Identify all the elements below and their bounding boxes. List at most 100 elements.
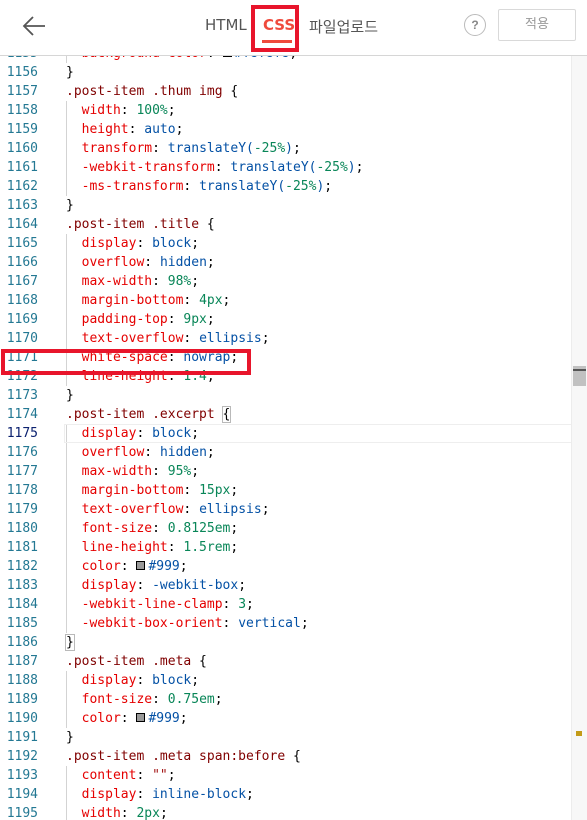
code-token: block <box>152 426 192 441</box>
tab-html[interactable]: HTML <box>205 16 247 34</box>
code-line-1167[interactable]: 1167 max-width: 98%; <box>0 272 571 291</box>
code-line-1183[interactable]: 1183 display: -webkit-box; <box>0 576 571 595</box>
vertical-scrollbar[interactable] <box>571 55 587 820</box>
code-token: translateY( <box>167 141 254 156</box>
code-line-1189[interactable]: 1189 font-size: 0.75em; <box>0 690 571 709</box>
code-line-1172[interactable]: 1172 line-height: 1.4; <box>0 367 571 386</box>
code-token: : <box>136 578 153 593</box>
code-line-1190[interactable]: 1190 color: #999; <box>0 709 571 728</box>
code-line-1176[interactable]: 1176 overflow: hidden; <box>0 443 571 462</box>
code-line-1158[interactable]: 1158 width: 100%; <box>0 101 571 120</box>
code-line-1159[interactable]: 1159 height: auto; <box>0 120 571 139</box>
code-line-1191[interactable]: 1191} <box>0 728 571 747</box>
code-line-1186[interactable]: 1186} <box>0 633 571 652</box>
code-line-1182[interactable]: 1182 color: #999; <box>0 557 571 576</box>
code-token: 15px <box>199 483 231 498</box>
line-number: 1192 <box>6 749 38 764</box>
code-line-1192[interactable]: 1192 .post-item .meta span:before { <box>0 747 571 766</box>
code-token: ; <box>230 521 239 536</box>
code-token: } <box>66 198 74 213</box>
code-line-1156[interactable]: 1156} <box>0 63 571 82</box>
line-number: 1163 <box>6 198 38 213</box>
code-line-1180[interactable]: 1180 font-size: 0.8125em; <box>0 519 571 538</box>
back-button[interactable] <box>18 10 52 42</box>
code-line-1177[interactable]: 1177 max-width: 95%; <box>0 462 571 481</box>
code-line-1187[interactable]: 1187 .post-item .meta { <box>0 652 571 671</box>
code-line-1195[interactable]: 1195 width: 2px; <box>0 804 571 820</box>
code-text: -ms-transform: translateY(-25%); <box>66 177 332 196</box>
line-number: 1166 <box>6 255 38 270</box>
code-line-1188[interactable]: 1188 display: block; <box>0 671 571 690</box>
code-line-1178[interactable]: 1178 margin-bottom: 15px; <box>0 481 571 500</box>
code-line-1179[interactable]: 1179 text-overflow: ellipsis; <box>0 500 571 519</box>
code-token: font-size <box>81 521 153 536</box>
code-line-1170[interactable]: 1170 text-overflow: ellipsis; <box>0 329 571 348</box>
code-line-1162[interactable]: 1162 -ms-transform: translateY(-25%); <box>0 177 571 196</box>
code-token: overflow <box>81 255 145 270</box>
code-token: -25% <box>316 160 348 175</box>
line-number: 1160 <box>6 141 38 156</box>
code-token: : <box>167 350 184 365</box>
code-line-1193[interactable]: 1193 content: ""; <box>0 766 571 785</box>
code-token: hidden <box>159 255 207 270</box>
line-number: 1159 <box>6 122 38 137</box>
code-token: max-width <box>81 464 153 479</box>
code-token: width <box>81 103 121 118</box>
code-text: .post-item .title { <box>66 215 215 234</box>
code-token: ; <box>167 768 176 783</box>
code-token: line-height <box>81 540 168 555</box>
code-token: : <box>136 768 153 783</box>
code-token: margin-bottom <box>81 293 184 308</box>
code-token: ; <box>191 274 200 289</box>
code-token: : <box>222 597 239 612</box>
code-token: { <box>222 84 239 99</box>
code-token: ; <box>191 236 200 251</box>
code-token: -25% <box>253 141 286 156</box>
tab-css[interactable]: CSS <box>263 16 295 34</box>
code-text: text-overflow: ellipsis; <box>66 329 270 348</box>
code-token: "" <box>152 768 168 783</box>
active-tab-indicator <box>262 40 292 43</box>
code-line-1184[interactable]: 1184 -webkit-line-clamp: 3; <box>0 595 571 614</box>
code-line-1169[interactable]: 1169 padding-top: 9px; <box>0 310 571 329</box>
scrollbar-thumb[interactable] <box>573 366 586 386</box>
code-line-1168[interactable]: 1168 margin-bottom: 4px; <box>0 291 571 310</box>
code-token: ellipsis <box>199 331 262 346</box>
help-button[interactable]: ? <box>464 14 486 36</box>
code-token: padding-top <box>81 312 168 327</box>
code-line-1174[interactable]: 1174 .post-item .excerpt { <box>0 405 571 424</box>
color-swatch[interactable] <box>136 713 146 722</box>
code-line-1164[interactable]: 1164 .post-item .title { <box>0 215 571 234</box>
apply-button[interactable]: 적용 <box>498 9 576 41</box>
code-text: display: block; <box>66 424 199 443</box>
line-number: 1156 <box>6 65 38 80</box>
code-token: transform <box>81 141 153 156</box>
code-line-1175[interactable]: 1175 display: block; <box>0 424 577 443</box>
code-line-1185[interactable]: 1185 -webkit-box-orient: vertical; <box>0 614 571 633</box>
code-line-1165[interactable]: 1165 display: block; <box>0 234 571 253</box>
editor-header: HTML CSS 파일업로드 ? 적용 <box>0 0 587 56</box>
code-text: } <box>66 386 74 405</box>
code-token: ellipsis <box>199 502 262 517</box>
code-editor[interactable]: 1155 background-color: #f8f8f8;1156}1157… <box>0 55 587 820</box>
code-line-1194[interactable]: 1194 display: inline-block; <box>0 785 571 804</box>
code-text: height: auto; <box>66 120 184 139</box>
code-line-1171[interactable]: 1171 white-space: nowrap; <box>0 348 571 367</box>
code-token: height <box>81 122 129 137</box>
code-token: } <box>65 634 75 651</box>
code-token: .post-item .thum img <box>66 84 223 99</box>
code-text: max-width: 95%; <box>66 462 199 481</box>
code-line-1163[interactable]: 1163} <box>0 196 571 215</box>
code-line-1160[interactable]: 1160 transform: translateY(-25%); <box>0 139 571 158</box>
color-swatch[interactable] <box>136 561 146 570</box>
tab-file-upload[interactable]: 파일업로드 <box>309 16 378 37</box>
line-number: 1188 <box>6 673 38 688</box>
code-token: 4px <box>199 293 223 308</box>
code-line-1157[interactable]: 1157 .post-item .thum img { <box>0 82 571 101</box>
code-line-1166[interactable]: 1166 overflow: hidden; <box>0 253 571 272</box>
code-text: -webkit-line-clamp: 3; <box>66 595 254 614</box>
code-line-1173[interactable]: 1173} <box>0 386 571 405</box>
code-line-1161[interactable]: 1161 -webkit-transform: translateY(-25%)… <box>0 158 571 177</box>
code-line-1181[interactable]: 1181 line-height: 1.5rem; <box>0 538 571 557</box>
code-line-1155[interactable]: 1155 background-color: #f8f8f8; <box>0 55 571 63</box>
